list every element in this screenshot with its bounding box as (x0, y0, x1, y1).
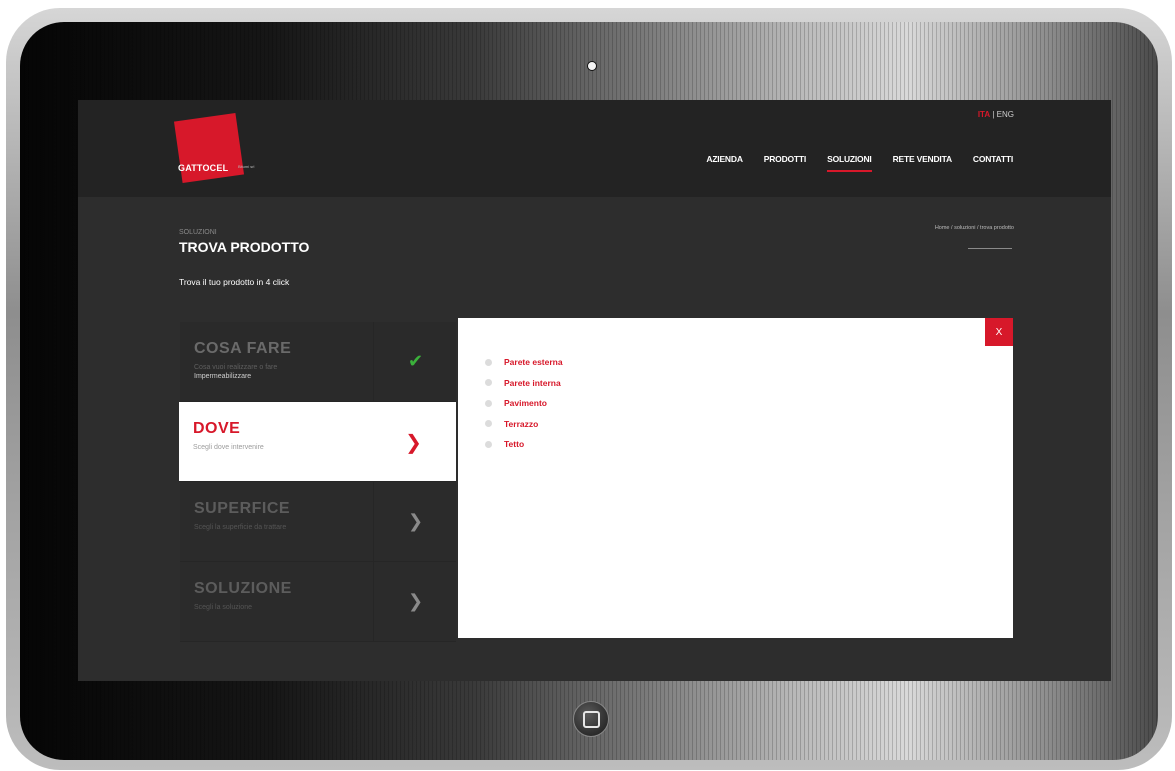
option-tetto[interactable]: Tetto (485, 434, 563, 455)
section-label: SOLUZIONI (179, 229, 217, 236)
home-square-icon (582, 710, 600, 728)
option-label: Parete interna (504, 377, 561, 388)
home-button[interactable] (573, 701, 609, 737)
step-label-area: DOVE Scegli dove intervenire (179, 402, 372, 481)
radio-icon[interactable] (485, 440, 492, 448)
step-title: SOLUZIONE (194, 580, 292, 597)
step-status-area: ❯ (372, 402, 455, 481)
option-label: Pavimento (504, 398, 547, 409)
step-label-area: SOLUZIONE Scegli la soluzione (180, 562, 373, 641)
options-panel: X Parete esterna Parete interna Paviment… (458, 318, 1013, 638)
option-terrazzo[interactable]: Terrazzo (485, 414, 563, 435)
chevron-right-icon: ❯ (407, 511, 424, 532)
logo-tagline: Bitumi srl (238, 164, 255, 169)
close-button[interactable]: X (985, 318, 1013, 346)
step-status-area: ❯ (373, 562, 457, 641)
step-desc: Scegli la soluzione (194, 604, 252, 611)
radio-icon[interactable] (485, 358, 492, 366)
step-soluzione[interactable]: SOLUZIONE Scegli la soluzione ❯ (180, 562, 456, 642)
step-cosa-fare[interactable]: COSA FARE Cosa vuoi realizzare o fare Im… (180, 322, 456, 402)
step-title: COSA FARE (194, 340, 292, 357)
step-dove[interactable]: DOVE Scegli dove intervenire ❯ (179, 402, 456, 482)
main-nav: AZIENDA PRODOTTI SOLUZIONI RETE VENDITA … (706, 154, 1013, 172)
site-header: GATTOCEL Bitumi srl ITA | ENG AZIENDA PR… (78, 100, 1111, 197)
option-label: Terrazzo (504, 418, 539, 429)
page-title: TROVA PRODOTTO (179, 239, 310, 255)
option-label: Parete esterna (504, 357, 563, 368)
step-desc: Scegli dove intervenire (193, 444, 264, 451)
nav-contatti[interactable]: CONTATTI (973, 154, 1013, 164)
step-label-area: SUPERFICE Scegli la superficie da tratta… (180, 482, 373, 561)
nav-rete-vendita[interactable]: RETE VENDITA (893, 154, 953, 164)
step-superfice[interactable]: SUPERFICE Scegli la superficie da tratta… (180, 482, 456, 562)
step-status-area: ✔ (373, 322, 457, 401)
lang-ita[interactable]: ITA (978, 110, 990, 119)
option-parete-esterna[interactable]: Parete esterna (485, 352, 563, 373)
chevron-right-icon: ❯ (405, 429, 422, 454)
language-switcher: ITA | ENG (978, 110, 1014, 119)
radio-icon[interactable] (485, 420, 492, 428)
step-label-area: COSA FARE Cosa vuoi realizzare o fare Im… (180, 322, 373, 401)
step-selected-value: Impermeabilizzare (194, 373, 252, 380)
browser-screen: GATTOCEL Bitumi srl ITA | ENG AZIENDA PR… (78, 100, 1111, 681)
nav-prodotti[interactable]: PRODOTTI (764, 154, 807, 164)
logo-text[interactable]: GATTOCEL (178, 163, 228, 173)
step-status-area: ❯ (373, 482, 457, 561)
check-icon: ✔ (407, 351, 424, 372)
step-desc-text: Cosa vuoi realizzare o fare (194, 364, 278, 371)
step-title: DOVE (193, 420, 241, 437)
page-subtitle: Trova il tuo prodotto in 4 click (179, 277, 290, 287)
option-label: Tetto (504, 439, 525, 450)
wizard-steps: COSA FARE Cosa vuoi realizzare o fare Im… (179, 322, 456, 642)
step-title: SUPERFICE (194, 500, 291, 517)
breadcrumb[interactable]: Home / soluzioni / trova prodotto (935, 225, 1014, 231)
radio-icon[interactable] (485, 379, 492, 387)
lang-eng[interactable]: ENG (997, 110, 1014, 119)
radio-icon[interactable] (485, 399, 492, 407)
option-pavimento[interactable]: Pavimento (485, 393, 563, 414)
breadcrumb-divider (968, 248, 1012, 249)
step-desc: Cosa vuoi realizzare o fare Impermeabili… (194, 363, 277, 381)
options-list: Parete esterna Parete interna Pavimento … (485, 352, 563, 455)
option-parete-interna[interactable]: Parete interna (485, 373, 563, 394)
chevron-right-icon: ❯ (407, 591, 424, 612)
step-desc: Scegli la superficie da trattare (194, 524, 287, 531)
nav-azienda[interactable]: AZIENDA (706, 154, 743, 164)
camera-icon (587, 61, 597, 71)
nav-soluzioni[interactable]: SOLUZIONI (827, 154, 873, 172)
